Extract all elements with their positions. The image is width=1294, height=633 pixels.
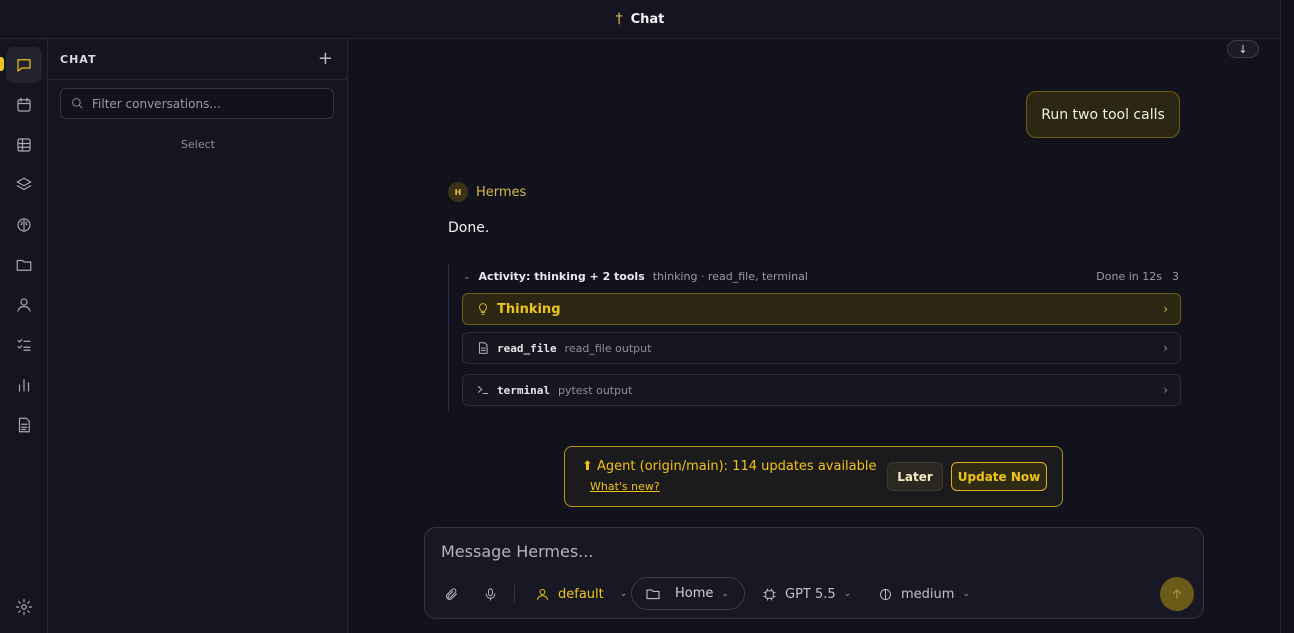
brain-icon	[17, 218, 31, 232]
user-icon	[537, 588, 548, 600]
agent-message: Done.	[448, 220, 490, 236]
sidebar-header: CHAT +	[48, 39, 347, 80]
whats-new-link[interactable]: What's new?	[590, 480, 660, 493]
icon-rail	[0, 39, 48, 633]
rail-user[interactable]	[6, 287, 42, 323]
rail-analytics[interactable]	[6, 367, 42, 403]
effort-value: medium	[901, 586, 955, 602]
paperclip-icon	[446, 587, 457, 600]
activity-row-read-file[interactable]: read_file read_file output ›	[462, 332, 1181, 364]
sidebar-title: CHAT	[60, 52, 97, 66]
cross-icon: †	[615, 11, 623, 27]
search-icon	[72, 98, 83, 109]
attach-button[interactable]	[444, 583, 459, 605]
checklist-icon	[17, 339, 31, 351]
folder-value: Home	[675, 586, 714, 601]
folder-selector[interactable]: Home ⌄	[631, 577, 745, 610]
filter-input[interactable]	[92, 96, 322, 111]
folder-icon	[646, 589, 660, 599]
gear-icon	[15, 598, 33, 616]
update-banner: ⬆ Agent (origin/main): 114 updates avail…	[564, 446, 1063, 507]
conversation-filter	[60, 88, 334, 119]
chevron-down-icon: ⌄	[721, 588, 729, 599]
activity-header[interactable]: ⌄ Activity: thinking + 2 tools thinking …	[463, 270, 1181, 283]
rail-table[interactable]	[6, 127, 42, 163]
activity-summary: thinking · read_file, terminal	[652, 270, 808, 283]
title-bar: † Chat	[0, 0, 1280, 39]
agent-header: H Hermes	[448, 182, 526, 202]
agent-name: Hermes	[476, 184, 527, 200]
microphone-icon	[485, 587, 496, 601]
active-indicator	[0, 57, 4, 71]
activity-row-thinking[interactable]: Thinking ›	[462, 293, 1181, 325]
document-icon	[18, 417, 30, 433]
tool-description: read_file output	[564, 341, 652, 355]
user-message: Run two tool calls	[1026, 91, 1180, 138]
model-selector[interactable]: GPT 5.5 ⌄	[762, 583, 851, 605]
chevron-down-icon: ⌄	[463, 271, 471, 282]
activity-count: 3	[1172, 270, 1179, 283]
activity-status: Done in 12s	[1096, 270, 1162, 283]
new-chat-button[interactable]: +	[318, 50, 333, 68]
window-edge	[1280, 0, 1294, 633]
folder-icon	[16, 259, 32, 271]
tool-name: read_file	[497, 341, 557, 355]
arrow-up-icon	[1172, 589, 1182, 599]
file-icon	[475, 340, 491, 356]
user-icon	[17, 298, 31, 312]
scroll-to-bottom-button[interactable]: ↓	[1227, 40, 1259, 58]
chevron-down-icon: ⌄	[843, 589, 852, 599]
bar-chart-icon	[18, 379, 30, 392]
chevron-down-icon: ⌄	[962, 589, 970, 599]
chevron-right-icon: ›	[1163, 341, 1168, 355]
rail-folder[interactable]	[6, 247, 42, 283]
chevron-down-icon: ⌄	[619, 589, 628, 599]
toolbar-divider	[514, 585, 515, 603]
rail-documents[interactable]	[6, 407, 42, 443]
layers-icon	[16, 177, 32, 191]
conversation-sidebar: CHAT + Select	[48, 39, 348, 633]
rail-settings[interactable]	[6, 589, 42, 625]
tool-description: pytest output	[557, 383, 633, 397]
model-value: GPT 5.5	[785, 586, 836, 602]
thinking-label: Thinking	[497, 301, 561, 317]
rail-brain[interactable]	[6, 207, 42, 243]
tool-name: terminal	[497, 383, 550, 397]
rail-calendar[interactable]	[6, 87, 42, 123]
avatar: H	[448, 182, 468, 202]
chevron-right-icon: ›	[1163, 302, 1168, 316]
chevron-right-icon: ›	[1163, 383, 1168, 397]
activity-panel: ⌄ Activity: thinking + 2 tools thinking …	[448, 264, 1181, 411]
message-composer: default ⌄ Home ⌄ GPT 5.5 ⌄ medium ⌄	[424, 527, 1204, 619]
update-now-button[interactable]: Update Now	[951, 462, 1047, 491]
rail-layers[interactable]	[6, 167, 42, 203]
rail-checklist[interactable]	[6, 327, 42, 363]
activity-title: Activity: thinking + 2 tools	[478, 270, 645, 283]
later-button[interactable]: Later	[887, 462, 943, 491]
empty-state-label: Select	[181, 138, 215, 151]
table-icon	[17, 138, 31, 152]
contrast-icon	[880, 588, 891, 600]
terminal-icon	[475, 382, 491, 398]
profile-selector[interactable]: default ⌄	[535, 583, 627, 605]
chip-icon	[763, 587, 776, 601]
lightbulb-icon	[475, 301, 491, 317]
window-title: Chat	[630, 11, 665, 27]
message-input[interactable]	[441, 542, 1181, 561]
profile-value: default	[558, 586, 604, 602]
send-button[interactable]	[1160, 577, 1194, 611]
chat-icon	[17, 59, 31, 72]
voice-button[interactable]	[483, 583, 498, 605]
update-message: ⬆ Agent (origin/main): 114 updates avail…	[582, 459, 877, 474]
calendar-icon	[17, 97, 31, 112]
effort-selector[interactable]: medium ⌄	[878, 583, 970, 605]
rail-chat[interactable]	[6, 47, 42, 83]
activity-row-terminal[interactable]: terminal pytest output ›	[462, 374, 1181, 406]
